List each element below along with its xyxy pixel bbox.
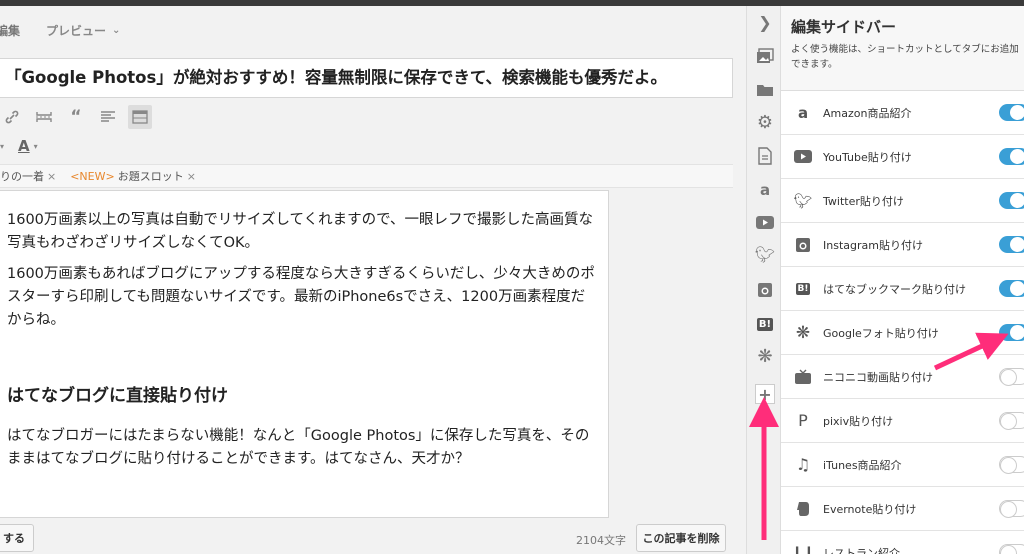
google-photos-icon: ❋: [795, 322, 811, 343]
html-table-icon[interactable]: [128, 105, 152, 129]
evernote-icon: [793, 499, 813, 519]
sidebar-item-label: Amazon商品紹介: [823, 106, 912, 120]
more-break-icon[interactable]: [32, 105, 56, 129]
photo-icon[interactable]: [755, 46, 775, 66]
folder-icon[interactable]: [755, 80, 775, 100]
sidebar-item-label: Twitter貼り付け: [823, 194, 904, 208]
twitter-icon: 🐦︎: [793, 191, 813, 210]
sidebar-item-hatena-bookmark[interactable]: B! はてなブックマーク貼り付け: [781, 267, 1024, 311]
edit-sidebar: 編集サイドバー よく使う機能は、ショートカットとしてタブにお追加できます。 a …: [780, 6, 1024, 554]
close-icon[interactable]: ×: [187, 170, 196, 183]
sidebar-item-instagram[interactable]: Instagram貼り付け: [781, 223, 1024, 267]
keyword-label: お題スロット: [117, 170, 184, 183]
chevron-right-icon[interactable]: ❯: [755, 12, 775, 32]
format-toolbar: “: [0, 104, 152, 130]
close-icon[interactable]: ×: [47, 170, 56, 183]
link-icon[interactable]: [0, 105, 24, 129]
sidebar-item-restaurant[interactable]: ❙❙ レストラン紹介: [781, 531, 1024, 554]
body-heading: はてなブログに直接貼り付け: [7, 386, 228, 406]
twitter-icon[interactable]: 🐦︎: [755, 244, 775, 264]
sidebar-item-label: Evernote貼り付け: [823, 502, 917, 516]
table-of-contents-icon[interactable]: [96, 105, 120, 129]
keyword-tag[interactable]: りの一着 ×: [0, 168, 56, 184]
sidebar-item-google-photos[interactable]: ❋ Googleフォト貼り付け: [781, 311, 1024, 355]
sidebar-item-label: iTunes商品紹介: [823, 458, 902, 472]
sidebar-item-label: はてなブックマーク貼り付け: [823, 282, 966, 296]
youtube-icon: [793, 147, 813, 167]
tab-edit[interactable]: 編集: [0, 22, 20, 39]
editor-tabs: 編集 プレビュー ⌄: [0, 20, 120, 40]
keyword-tag[interactable]: <NEW> お題スロット ×: [70, 168, 196, 184]
feature-toggle[interactable]: [999, 104, 1024, 121]
music-note-icon: ♫: [795, 455, 811, 474]
gear-icon[interactable]: ⚙: [755, 112, 775, 133]
pixiv-icon: P: [798, 411, 808, 430]
sidebar-tab-column: ❯ ⚙ a 🐦︎ B! ❋ +: [746, 6, 780, 554]
font-color-caret-icon[interactable]: ▾: [34, 142, 38, 151]
feature-toggle[interactable]: [999, 192, 1024, 209]
article-body-editor[interactable]: ——————————————————————————— 1600万画素以上の写真…: [0, 190, 609, 518]
sidebar-item-label: ニコニコ動画貼り付け: [823, 370, 933, 384]
sidebar-item-pixiv[interactable]: P pixiv貼り付け: [781, 399, 1024, 443]
keyword-new-badge: <NEW>: [70, 169, 115, 183]
char-count: 2104文字: [576, 534, 626, 547]
sidebar-item-niconico[interactable]: ニコニコ動画貼り付け: [781, 355, 1024, 399]
niconico-icon: [793, 367, 813, 387]
sidebar-item-amazon[interactable]: a Amazon商品紹介: [781, 91, 1024, 135]
feature-toggle[interactable]: [999, 456, 1024, 474]
sidebar-item-label: Googleフォト貼り付け: [823, 326, 939, 340]
feature-toggle[interactable]: [999, 148, 1024, 165]
sidebar-item-twitter[interactable]: 🐦︎ Twitter貼り付け: [781, 179, 1024, 223]
instagram-icon: [793, 235, 813, 255]
delete-article-button[interactable]: この記事を削除: [636, 524, 726, 552]
add-tab-icon[interactable]: +: [755, 384, 775, 404]
document-icon[interactable]: [755, 146, 775, 166]
body-margin: [609, 190, 733, 518]
body-paragraph: 1600万画素もあればブログにアップする程度なら大きすぎるくらいだし、少々大きめ…: [7, 266, 595, 328]
amazon-icon: a: [797, 103, 809, 122]
style-caret-icon[interactable]: ▾: [0, 142, 4, 151]
sidebar-item-label: Instagram貼り付け: [823, 238, 923, 252]
save-button[interactable]: する: [0, 524, 34, 552]
sidebar-title: 編集サイドバー: [791, 18, 897, 36]
chevron-down-icon: ⌄: [112, 24, 121, 36]
restaurant-icon: ❙❙: [791, 544, 815, 554]
youtube-icon[interactable]: [755, 212, 775, 232]
tab-preview[interactable]: プレビュー ⌄: [46, 22, 120, 39]
cut-off-line: ———————————————————————————: [5, 191, 410, 197]
amazon-icon[interactable]: a: [755, 180, 775, 200]
feature-toggle[interactable]: [999, 236, 1024, 253]
feature-toggle[interactable]: [999, 324, 1024, 341]
keyword-label: りの一着: [0, 170, 44, 183]
sidebar-description: よく使う機能は、ショートカットとしてタブにお追加できます。: [791, 44, 1019, 70]
editor-footer: する 2104文字 この記事を削除: [0, 518, 746, 554]
feature-toggle[interactable]: [999, 544, 1024, 554]
editor-pane: 編集 プレビュー ⌄ 「Google Photos」が絶対おすすめ！容量無制限に…: [0, 6, 746, 554]
article-title-input[interactable]: 「Google Photos」が絶対おすすめ！容量無制限に保存できて、検索機能も…: [0, 58, 733, 98]
body-paragraph: はてなブロガーにはたまらない機能！なんと「Google Photos」に保存した…: [7, 428, 590, 467]
sidebar-item-label: レストラン紹介: [823, 546, 900, 554]
hatena-bookmark-icon: B!: [795, 282, 811, 295]
sidebar-item-itunes[interactable]: ♫ iTunes商品紹介: [781, 443, 1024, 487]
hatena-bookmark-icon[interactable]: B!: [755, 314, 775, 334]
quote-icon[interactable]: “: [64, 105, 88, 129]
text-style-toolbar: ▾ A ▾: [0, 134, 38, 158]
sidebar-item-label: pixiv貼り付け: [823, 414, 894, 428]
tab-preview-label: プレビュー: [46, 23, 107, 38]
feature-toggle[interactable]: [999, 280, 1024, 297]
instagram-icon[interactable]: [755, 280, 775, 300]
sidebar-feature-list: a Amazon商品紹介 YouTube貼り付け 🐦︎ Twitter貼り付け …: [781, 90, 1024, 554]
keyword-bar: りの一着 × <NEW> お題スロット ×: [0, 164, 733, 188]
feature-toggle[interactable]: [999, 500, 1024, 518]
feature-toggle[interactable]: [999, 412, 1024, 430]
google-photos-icon[interactable]: ❋: [755, 346, 775, 367]
sidebar-item-youtube[interactable]: YouTube貼り付け: [781, 135, 1024, 179]
body-paragraph: 1600万画素以上の写真は自動でリサイズしてくれますので、一眼レフで撮影した高画…: [7, 212, 594, 251]
sidebar-item-evernote[interactable]: Evernote貼り付け: [781, 487, 1024, 531]
font-color-icon[interactable]: A: [18, 137, 30, 155]
feature-toggle[interactable]: [999, 368, 1024, 386]
sidebar-item-label: YouTube貼り付け: [823, 150, 912, 164]
